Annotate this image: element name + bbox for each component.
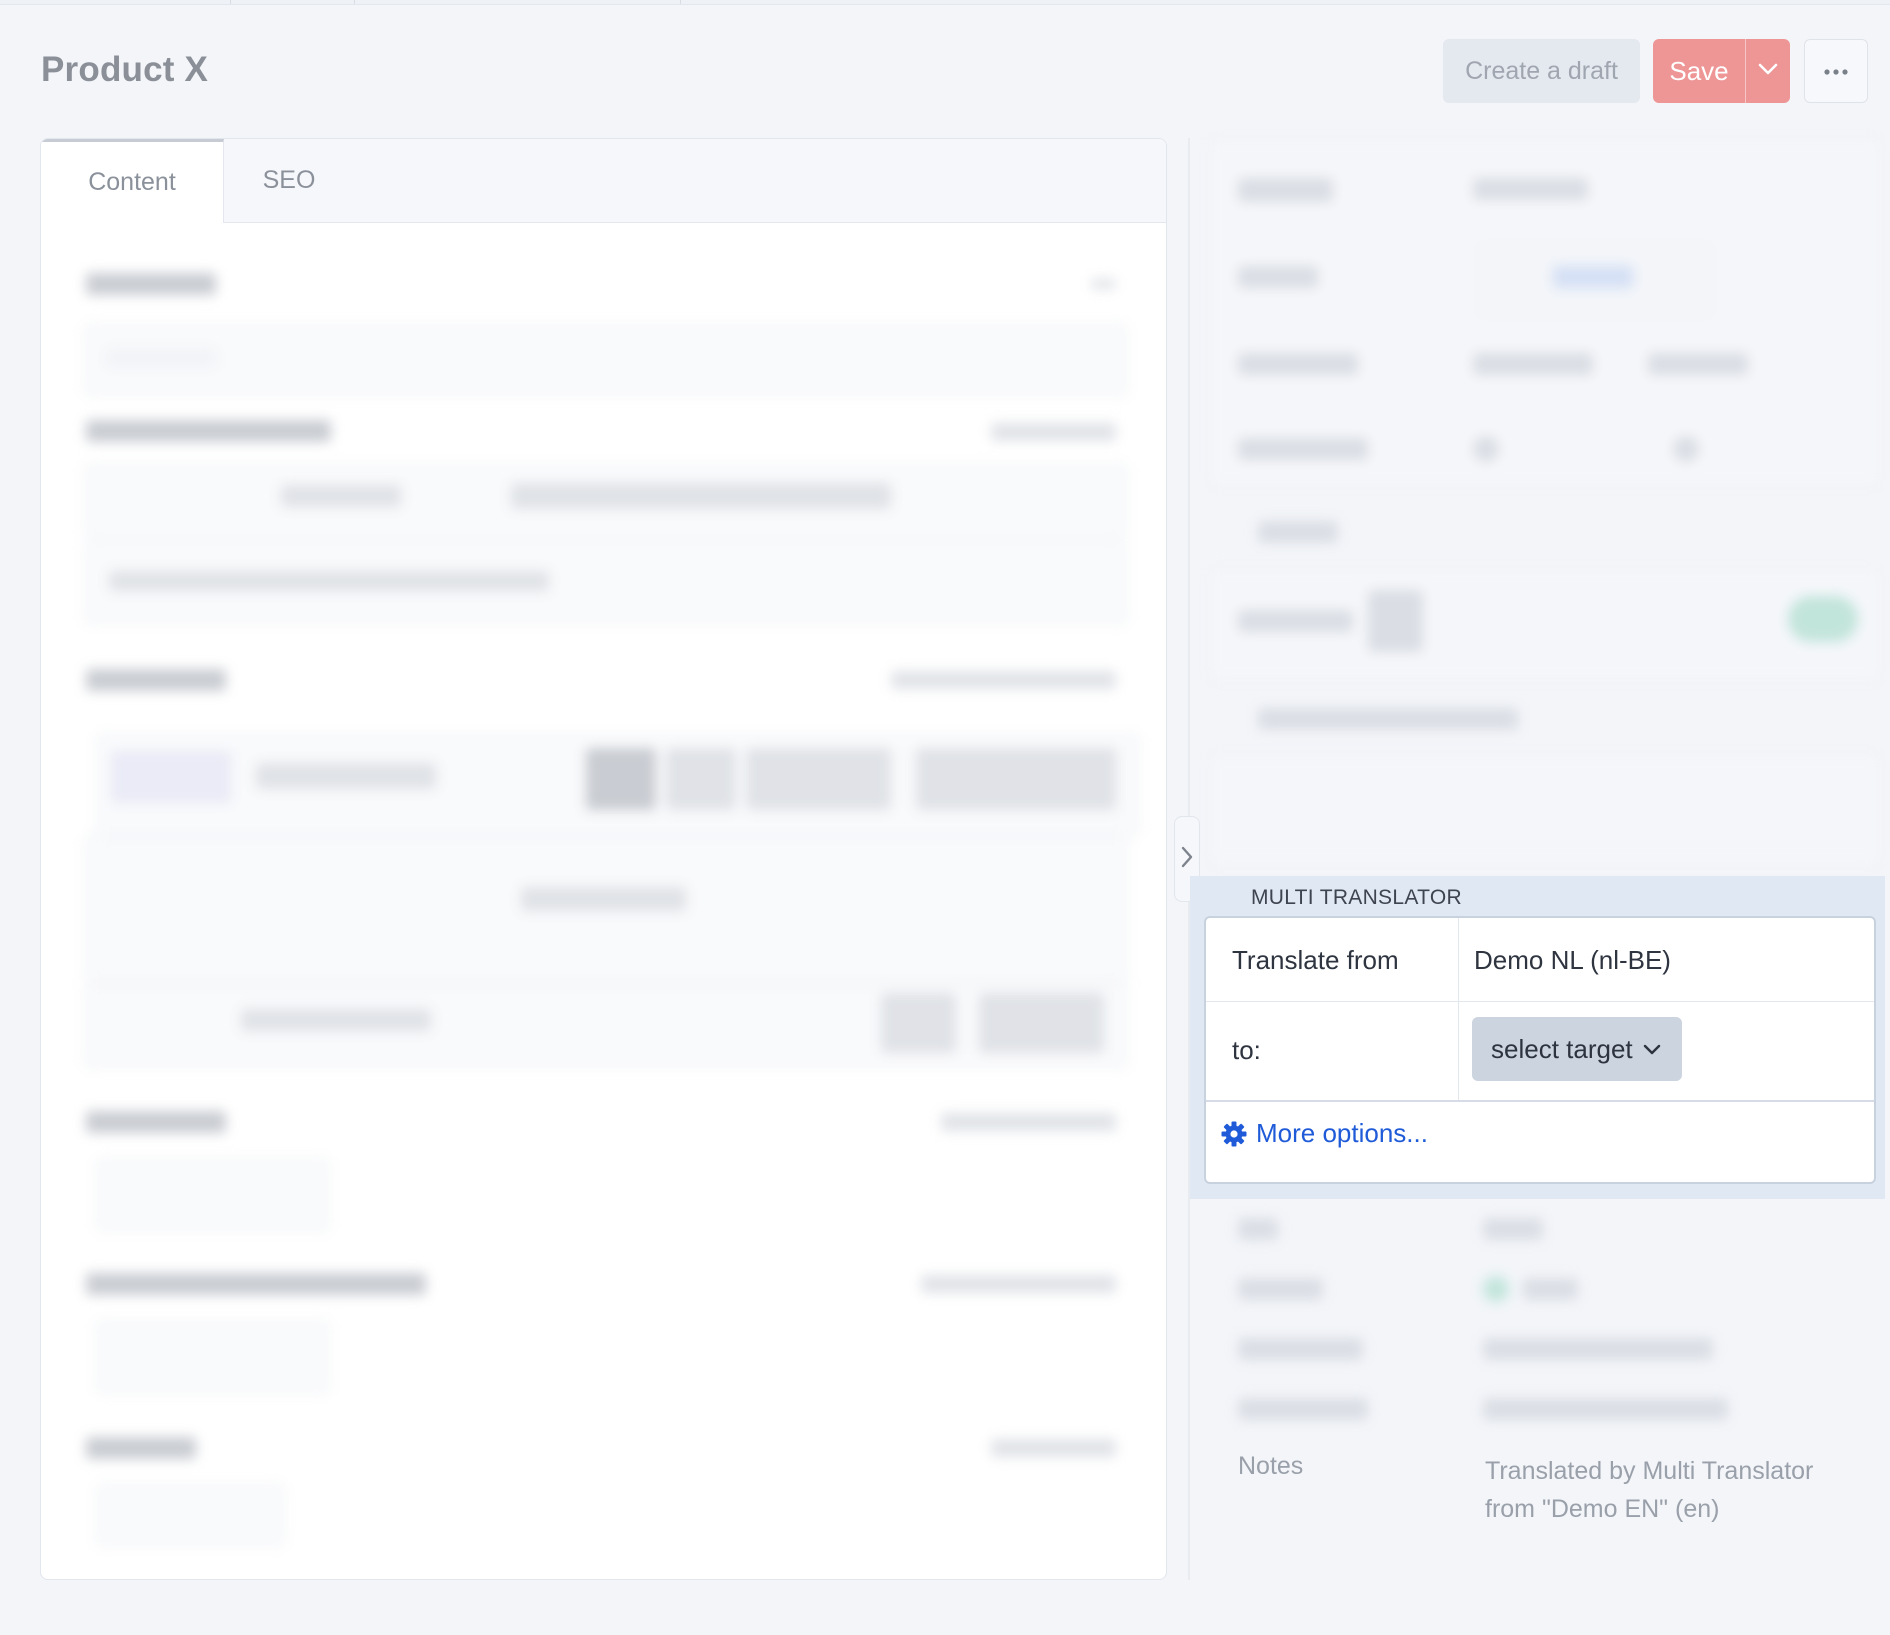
more-options-label: More options...	[1256, 1118, 1428, 1148]
chevron-down-icon	[1643, 1044, 1661, 1055]
chevron-right-icon	[1181, 846, 1193, 873]
notes-label: Notes	[1238, 1452, 1304, 1480]
tab-content[interactable]: Content	[41, 139, 224, 223]
blurred-form-content	[41, 223, 1166, 1579]
multi-translator-table: Translate from Demo NL (nl-BE) to: selec…	[1204, 916, 1876, 1184]
save-options-button[interactable]	[1745, 39, 1790, 103]
top-strip	[0, 0, 1890, 5]
select-target-dropdown[interactable]: select target	[1472, 1017, 1682, 1081]
chevron-down-icon	[1758, 62, 1778, 80]
multi-translator-heading: MULTI TRANSLATOR	[1251, 886, 1462, 909]
more-actions-button[interactable]	[1804, 39, 1868, 103]
notes-value: Translated by Multi Translator from "Dem…	[1485, 1457, 1814, 1523]
save-button[interactable]: Save	[1653, 39, 1745, 103]
translate-from-label: Translate from	[1232, 945, 1399, 975]
select-target-label: select target	[1491, 1033, 1633, 1064]
translate-to-label: to:	[1232, 1035, 1261, 1065]
tab-seo[interactable]: SEO	[224, 139, 354, 222]
ellipsis-icon	[1824, 62, 1848, 80]
more-options-link[interactable]: More options...	[1220, 1118, 1428, 1149]
page-title: Product X	[41, 50, 209, 89]
editor-card: Content SEO	[40, 138, 1167, 1580]
create-draft-button[interactable]: Create a draft	[1443, 39, 1640, 103]
translate-from-value: Demo NL (nl-BE)	[1474, 945, 1671, 975]
gear-icon	[1220, 1120, 1248, 1148]
blurred-side-panel	[1208, 138, 1890, 1580]
